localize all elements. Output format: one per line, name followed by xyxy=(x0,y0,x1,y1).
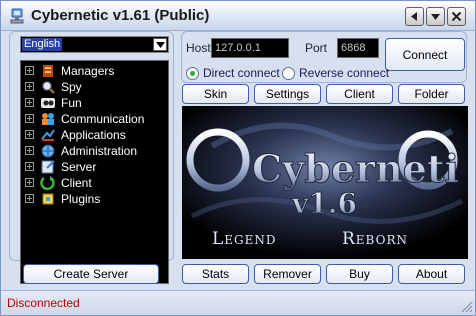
remover-button[interactable]: Remover xyxy=(254,264,321,284)
fun-icon xyxy=(40,95,56,111)
chevron-down-icon xyxy=(431,14,440,20)
managers-icon xyxy=(40,63,56,79)
tree-item-applications[interactable]: Applications xyxy=(21,127,168,143)
feature-tree[interactable]: Managers Spy Fun Communication Applicati… xyxy=(20,60,169,284)
logo-version: v1.6 xyxy=(291,187,357,220)
tree-item-client[interactable]: Client xyxy=(21,175,168,191)
close-button[interactable] xyxy=(447,7,466,26)
host-label: Host xyxy=(186,41,211,55)
help-button[interactable] xyxy=(405,7,424,26)
connection-panel: Host 127.0.0.1 Port 6868 Connect Direct … xyxy=(181,31,467,83)
expand-icon[interactable] xyxy=(25,114,34,123)
client-button[interactable]: Client xyxy=(326,84,393,104)
tree-item-label: Fun xyxy=(61,96,82,110)
tree-item-label: Applications xyxy=(61,128,126,142)
back-arrow-icon xyxy=(411,12,417,21)
tree-item-managers[interactable]: Managers xyxy=(21,63,168,79)
settings-button[interactable]: Settings xyxy=(254,84,321,104)
plugin-panel: English Managers Spy Fun Communication A… xyxy=(9,31,174,284)
stats-button[interactable]: Stats xyxy=(182,264,249,284)
dropdown-arrow-icon[interactable] xyxy=(153,38,167,51)
window-title: Cybernetic v1.61 (Public) xyxy=(31,7,210,24)
tree-item-label: Client xyxy=(61,176,92,190)
expand-icon[interactable] xyxy=(25,130,34,139)
expand-icon[interactable] xyxy=(25,178,34,187)
administration-icon xyxy=(40,143,56,159)
folder-button[interactable]: Folder xyxy=(398,84,465,104)
status-bar: Disconnected xyxy=(1,290,475,315)
communication-icon xyxy=(40,111,56,127)
network-app-icon xyxy=(9,8,25,24)
cybernetic-logo: Cyberneti v1.6 Legend Reborn xyxy=(182,106,468,259)
connection-status: Disconnected xyxy=(7,296,80,310)
buy-button[interactable]: Buy xyxy=(326,264,393,284)
tree-item-label: Plugins xyxy=(61,192,101,206)
language-select[interactable]: English xyxy=(20,36,169,53)
title-bar[interactable]: Cybernetic v1.61 (Public) xyxy=(1,1,475,31)
port-input[interactable]: 6868 xyxy=(337,38,379,58)
app-window: Cybernetic v1.61 (Public) English Manage… xyxy=(0,0,476,316)
tree-item-fun[interactable]: Fun xyxy=(21,95,168,111)
tree-item-spy[interactable]: Spy xyxy=(21,79,168,95)
expand-icon[interactable] xyxy=(25,194,34,203)
expand-icon[interactable] xyxy=(25,146,34,155)
language-value: English xyxy=(22,38,63,51)
client-icon xyxy=(40,175,56,191)
resize-grip-icon[interactable] xyxy=(461,301,473,313)
tree-item-label: Server xyxy=(61,160,97,174)
logo-text: Cyberneti xyxy=(252,146,459,191)
connect-button[interactable]: Connect xyxy=(385,38,465,71)
direct-connect-radio[interactable] xyxy=(186,67,199,80)
spy-icon xyxy=(40,79,56,95)
skin-button[interactable]: Skin xyxy=(182,84,249,104)
expand-icon[interactable] xyxy=(25,98,34,107)
server-icon xyxy=(40,159,56,175)
plugins-icon xyxy=(40,191,56,207)
minimize-button[interactable] xyxy=(426,7,445,26)
tree-item-server[interactable]: Server xyxy=(21,159,168,175)
tree-item-label: Administration xyxy=(61,144,138,158)
tree-item-communication[interactable]: Communication xyxy=(21,111,168,127)
logo-reborn: Reborn xyxy=(342,229,408,249)
expand-icon[interactable] xyxy=(25,162,34,171)
direct-connect-label[interactable]: Direct connect xyxy=(203,66,280,80)
expand-icon[interactable] xyxy=(25,66,34,75)
about-button[interactable]: About xyxy=(398,264,465,284)
host-input[interactable]: 127.0.0.1 xyxy=(211,38,289,58)
tree-item-label: Managers xyxy=(61,64,115,78)
tree-item-administration[interactable]: Administration xyxy=(21,143,168,159)
close-icon xyxy=(451,11,462,22)
expand-icon[interactable] xyxy=(25,82,34,91)
reverse-connect-radio[interactable] xyxy=(282,67,295,80)
logo-legend: Legend xyxy=(212,229,277,249)
port-label: Port xyxy=(305,41,328,55)
create-server-button[interactable]: Create Server xyxy=(23,264,159,284)
reverse-connect-label[interactable]: Reverse connect xyxy=(299,66,389,80)
logo-banner: Cyberneti v1.6 Legend Reborn xyxy=(182,106,468,259)
tree-item-label: Communication xyxy=(61,112,145,126)
applications-icon xyxy=(40,127,56,143)
tree-item-label: Spy xyxy=(61,80,82,94)
tree-item-plugins[interactable]: Plugins xyxy=(21,191,168,207)
